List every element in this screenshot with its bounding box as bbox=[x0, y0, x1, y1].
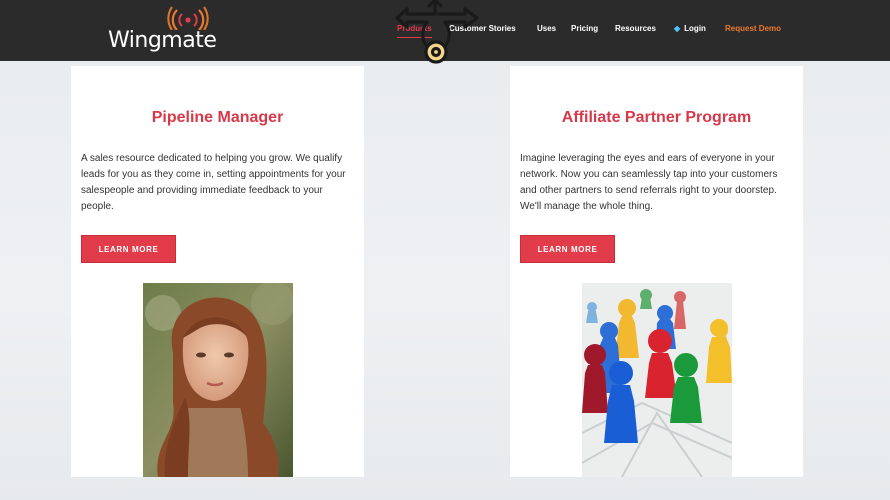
signal-icon bbox=[167, 6, 209, 30]
nav-login-label: Login bbox=[684, 24, 706, 33]
woman-portrait-photo bbox=[143, 283, 293, 477]
affiliate-partner-card: Affiliate Partner Program Imagine levera… bbox=[510, 66, 803, 477]
nav-uses[interactable]: Uses bbox=[537, 23, 556, 35]
learn-more-button[interactable]: LEARN MORE bbox=[81, 235, 176, 263]
learn-more-button[interactable]: LEARN MORE bbox=[520, 235, 615, 263]
card-title: Affiliate Partner Program bbox=[561, 109, 752, 126]
logo[interactable]: Wingmate bbox=[108, 6, 218, 56]
nav-resources[interactable]: Resources bbox=[615, 23, 656, 35]
pipeline-manager-card: Pipeline Manager A sales resource dedica… bbox=[71, 66, 364, 477]
nav-request-demo[interactable]: Request Demo bbox=[725, 23, 781, 35]
nav-login[interactable]: ◆ Login bbox=[674, 23, 706, 35]
card-title: Pipeline Manager bbox=[151, 109, 284, 126]
move-cursor-icon bbox=[395, 0, 479, 64]
logo-text: Wingmate bbox=[108, 28, 217, 53]
diamond-icon: ◆ bbox=[674, 24, 681, 33]
nav-pricing[interactable]: Pricing bbox=[571, 23, 598, 35]
game-pawns-photo bbox=[582, 283, 732, 477]
card-description: A sales resource dedicated to helping yo… bbox=[81, 153, 346, 212]
card-description: Imagine leveraging the eyes and ears of … bbox=[520, 153, 778, 212]
site-header: Wingmate Products Customer Stories Uses … bbox=[0, 0, 890, 64]
